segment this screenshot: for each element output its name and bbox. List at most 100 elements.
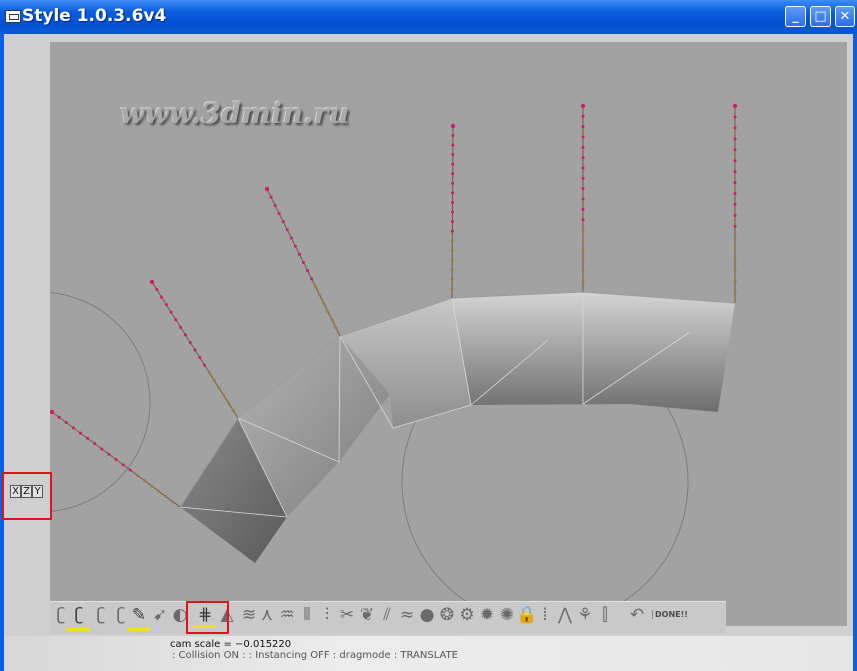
twist-icon[interactable]: ❂ <box>438 605 456 625</box>
wave-brush-icon[interactable]: ≋ <box>240 605 258 625</box>
strand-vertex[interactable] <box>285 228 289 232</box>
strand-vertex[interactable] <box>150 484 154 488</box>
strand-vertex[interactable] <box>142 479 146 483</box>
strand-vertex[interactable] <box>107 452 111 456</box>
strand-vertex[interactable] <box>581 197 585 201</box>
strand-vertex[interactable] <box>57 415 61 419</box>
strand-vertex[interactable] <box>171 500 175 504</box>
strand-vertex[interactable] <box>135 473 139 477</box>
strand-vertex[interactable] <box>451 172 455 176</box>
grass-icon[interactable]: ⫿ <box>596 605 614 625</box>
strand-vertex[interactable] <box>50 409 55 415</box>
undo-icon[interactable]: ↶ <box>628 605 646 625</box>
strand-vertex[interactable] <box>226 401 230 405</box>
strand-vertex[interactable] <box>231 408 235 412</box>
strand-vertex[interactable] <box>293 244 297 248</box>
sphere-icon[interactable]: ● <box>418 605 436 625</box>
gear-icon[interactable]: ⚙ <box>458 605 476 625</box>
strand-vertex[interactable] <box>581 218 585 222</box>
axis-x-button[interactable]: X <box>10 485 21 498</box>
strand-vertex[interactable] <box>78 431 82 435</box>
strand-vertex[interactable] <box>451 181 455 185</box>
maximize-button[interactable]: □ <box>810 6 831 27</box>
stack-icon[interactable]: ⫶ <box>318 605 336 625</box>
strand-vertex[interactable] <box>183 333 187 337</box>
strand-vertex[interactable] <box>733 148 737 152</box>
strand-vertex[interactable] <box>193 348 197 352</box>
strand-vertex[interactable] <box>450 286 454 290</box>
strand-vertex[interactable] <box>733 213 737 217</box>
strand-vertex[interactable] <box>581 259 585 263</box>
strand-vertex[interactable] <box>581 269 585 273</box>
lock-icon[interactable]: 🔒 <box>516 605 537 625</box>
strand-vertex[interactable] <box>451 143 455 147</box>
title-bar[interactable]: Style 1.0.3.6v4 _ □ ✕ <box>0 0 857 34</box>
strand-vertex[interactable] <box>733 235 737 239</box>
lambda-icon[interactable]: ⋏ <box>258 605 276 625</box>
strand-vertex[interactable] <box>580 103 586 109</box>
strand-vertex[interactable] <box>160 295 164 299</box>
strand-vertex[interactable] <box>451 210 454 214</box>
strand-vertex[interactable] <box>581 125 585 129</box>
done-button[interactable]: DONE!! <box>652 610 688 619</box>
strand-vertex[interactable] <box>322 301 326 305</box>
strand-vertex[interactable] <box>314 285 318 289</box>
strand-vertex[interactable] <box>297 252 301 256</box>
hair-curl-2-icon[interactable]: ʗ <box>92 605 110 625</box>
strand-vertex[interactable] <box>581 156 585 160</box>
blur-icon[interactable]: ≈ <box>398 605 416 625</box>
axis-y-button[interactable]: Y <box>32 485 43 498</box>
strand-vertex[interactable] <box>450 248 454 252</box>
strand-vertex[interactable] <box>581 114 585 118</box>
strand-vertex[interactable] <box>217 386 221 390</box>
strand-vertex[interactable] <box>326 310 330 313</box>
strand-vertex[interactable] <box>581 249 585 253</box>
strand-vertex[interactable] <box>269 195 273 199</box>
strand-vertex[interactable] <box>149 279 155 285</box>
strand-vertex[interactable] <box>121 463 125 467</box>
strand-vertex[interactable] <box>264 186 270 192</box>
strand-vertex[interactable] <box>310 277 314 281</box>
strand-vertex[interactable] <box>451 191 455 195</box>
strand-vertex[interactable] <box>733 279 737 283</box>
strand-vertex[interactable] <box>114 458 118 461</box>
strand-vertex[interactable] <box>277 212 281 215</box>
strand-vertex[interactable] <box>451 153 455 157</box>
leaf-icon[interactable]: ❦ <box>358 605 376 625</box>
strand-vertex[interactable] <box>581 135 585 139</box>
hair-curl-icon[interactable]: ʗ <box>52 605 70 625</box>
strand-vertex[interactable] <box>93 442 97 446</box>
strand-vertex[interactable] <box>733 137 737 141</box>
figure-icon[interactable]: ⋀ <box>556 605 574 625</box>
strand-vertex[interactable] <box>281 220 285 224</box>
arrow-select-icon[interactable]: ➹ <box>151 605 169 625</box>
strand-vertex[interactable] <box>128 468 132 472</box>
strand-vertex[interactable] <box>157 489 161 493</box>
brush-icon[interactable]: ✎ <box>127 605 150 631</box>
strand-vertex[interactable] <box>179 325 183 329</box>
strand-vertex[interactable] <box>273 203 277 207</box>
strand-vertex[interactable] <box>198 356 202 360</box>
strand-vertex[interactable] <box>451 134 455 138</box>
strand-vertex[interactable] <box>222 393 226 397</box>
strand-vertex[interactable] <box>581 280 585 284</box>
strand-vertex[interactable] <box>450 123 456 129</box>
strand-vertex[interactable] <box>451 200 455 204</box>
bars-icon[interactable]: ⦙ <box>536 605 554 625</box>
wand-icon[interactable]: ⚘ <box>576 605 594 625</box>
strand-vertex[interactable] <box>289 236 293 240</box>
strand-vertex[interactable] <box>318 293 322 297</box>
strand-vertex[interactable] <box>450 277 454 281</box>
strand-vertex[interactable] <box>164 303 168 307</box>
hair-curl-3-icon[interactable]: ʗ <box>112 605 130 625</box>
strand-vertex[interactable] <box>450 239 454 243</box>
strand-vertex[interactable] <box>733 268 737 272</box>
strand-vertex[interactable] <box>188 340 192 344</box>
strand-vertex[interactable] <box>733 246 737 250</box>
strand-vertex[interactable] <box>581 228 585 232</box>
hair-curl-bold-icon[interactable]: ʗ <box>67 605 90 631</box>
minimize-button[interactable]: _ <box>785 6 806 27</box>
strand-vertex[interactable] <box>733 181 737 185</box>
strand-vertex[interactable] <box>306 269 310 273</box>
strand-vertex[interactable] <box>733 257 737 261</box>
